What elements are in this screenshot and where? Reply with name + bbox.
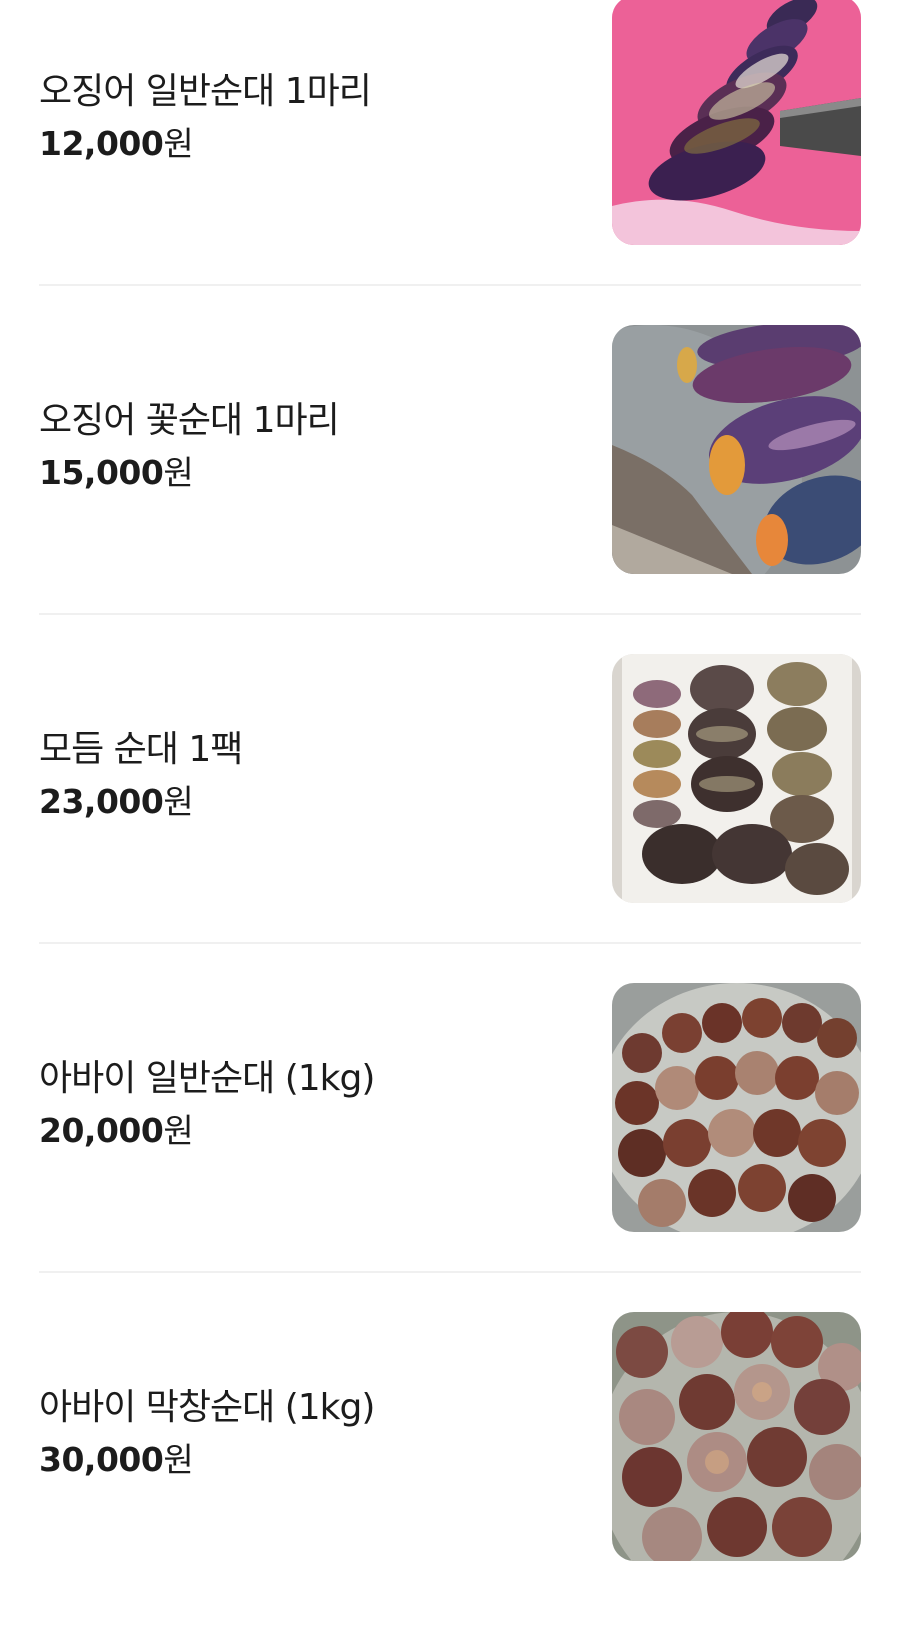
menu-item-text: 모듬 순대 1팩 23,000원 bbox=[39, 726, 243, 824]
menu-item-text: 아바이 막창순대 (1kg) 30,000원 bbox=[39, 1384, 375, 1482]
menu-item-name: 오징어 일반순대 1마리 bbox=[39, 71, 372, 112]
menu-item-name: 모듬 순대 1팩 bbox=[39, 729, 243, 770]
price-currency: 원 bbox=[163, 1111, 194, 1150]
price-currency: 원 bbox=[163, 1440, 194, 1479]
menu-item[interactable]: 오징어 일반순대 1마리 12,000원 bbox=[0, 0, 900, 325]
squid-flower-sundae-photo[interactable] bbox=[612, 325, 861, 574]
menu-list: 오징어 일반순대 1마리 12,000원 오징어 꽃순대 1마리 15,000원… bbox=[0, 0, 900, 1641]
divider bbox=[39, 613, 861, 615]
price-amount: 30,000 bbox=[39, 1440, 164, 1479]
divider bbox=[39, 284, 861, 286]
abai-makchang-sundae-photo[interactable] bbox=[612, 1312, 861, 1561]
menu-item-price: 20,000원 bbox=[39, 1109, 374, 1153]
divider bbox=[39, 942, 861, 944]
price-amount: 20,000 bbox=[39, 1111, 164, 1150]
menu-item[interactable]: 아바이 일반순대 (1kg) 20,000원 bbox=[0, 983, 900, 1312]
price-amount: 15,000 bbox=[39, 453, 164, 492]
menu-item-price: 15,000원 bbox=[39, 451, 339, 495]
menu-item-price: 12,000원 bbox=[39, 122, 371, 166]
divider bbox=[39, 1271, 861, 1273]
squid-sundae-sliced-photo[interactable] bbox=[612, 0, 861, 245]
menu-item-text: 오징어 꽃순대 1마리 15,000원 bbox=[39, 397, 340, 495]
menu-item-text: 아바이 일반순대 (1kg) 20,000원 bbox=[39, 1055, 375, 1153]
price-currency: 원 bbox=[163, 782, 194, 821]
assorted-sundae-tray-photo[interactable] bbox=[612, 654, 861, 903]
price-amount: 12,000 bbox=[39, 124, 164, 163]
menu-item-name: 아바이 막창순대 (1kg) bbox=[39, 1387, 375, 1428]
menu-item-price: 30,000원 bbox=[39, 1438, 374, 1482]
menu-item-text: 오징어 일반순대 1마리 12,000원 bbox=[39, 68, 372, 166]
price-currency: 원 bbox=[163, 124, 194, 163]
price-currency: 원 bbox=[163, 453, 194, 492]
abai-sundae-platter-photo[interactable] bbox=[612, 983, 861, 1232]
menu-item-name: 아바이 일반순대 (1kg) bbox=[39, 1058, 375, 1099]
price-amount: 23,000 bbox=[39, 782, 164, 821]
menu-item-name: 오징어 꽃순대 1마리 bbox=[39, 400, 340, 441]
menu-item[interactable]: 모듬 순대 1팩 23,000원 bbox=[0, 654, 900, 983]
menu-item[interactable]: 아바이 막창순대 (1kg) 30,000원 bbox=[0, 1312, 900, 1641]
menu-item-price: 23,000원 bbox=[39, 780, 242, 824]
menu-item[interactable]: 오징어 꽃순대 1마리 15,000원 bbox=[0, 325, 900, 654]
